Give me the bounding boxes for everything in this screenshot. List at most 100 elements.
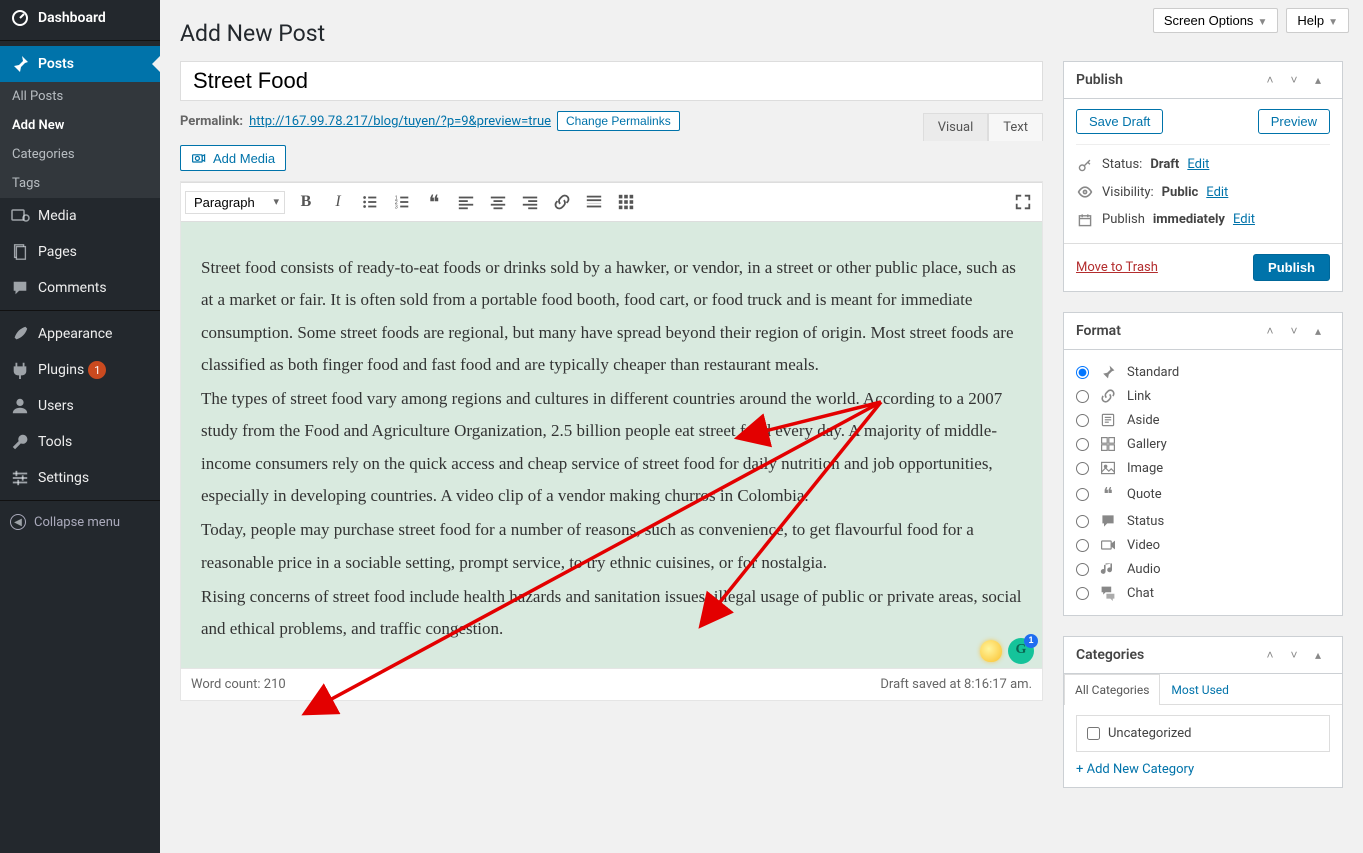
panel-down-icon[interactable]: ˅ bbox=[1282, 648, 1306, 662]
screen-options-button[interactable]: Screen Options▼ bbox=[1153, 8, 1279, 33]
bullet-list-button[interactable] bbox=[355, 187, 385, 217]
comments-icon bbox=[10, 278, 30, 298]
settings-icon bbox=[10, 468, 30, 488]
cat-tab-all[interactable]: All Categories bbox=[1064, 674, 1160, 705]
permalink-url[interactable]: http://167.99.78.217/blog/tuyen/?p=9&pre… bbox=[249, 114, 551, 129]
editor-status-bar: Word count: 210 Draft saved at 8:16:17 a… bbox=[180, 669, 1043, 701]
sidebar-item-appearance[interactable]: Appearance bbox=[0, 316, 160, 352]
move-to-trash-link[interactable]: Move to Trash bbox=[1076, 260, 1158, 275]
pages-icon bbox=[10, 242, 30, 262]
grammarly-icon[interactable]: G bbox=[1008, 638, 1034, 664]
format-metabox: Format ˄ ˅ ▴ StandardLinkAsideGalleryIma… bbox=[1063, 312, 1343, 616]
add-media-button[interactable]: Add Media bbox=[180, 145, 286, 171]
editor-paragraph: Rising concerns of street food include h… bbox=[201, 581, 1022, 646]
calendar-icon bbox=[1076, 213, 1094, 227]
format-option-link[interactable]: Link bbox=[1076, 384, 1330, 408]
sidebar-sub-categories[interactable]: Categories bbox=[0, 140, 160, 169]
pin-icon bbox=[10, 54, 30, 74]
post-title-input[interactable] bbox=[180, 61, 1043, 101]
panel-toggle-icon[interactable]: ▴ bbox=[1306, 73, 1330, 87]
sidebar-sub-tags[interactable]: Tags bbox=[0, 169, 160, 198]
edit-status-link[interactable]: Edit bbox=[1187, 157, 1209, 172]
key-icon bbox=[1076, 158, 1094, 172]
editor-tab-text[interactable]: Text bbox=[988, 113, 1043, 141]
panel-up-icon[interactable]: ˄ bbox=[1258, 324, 1282, 338]
draft-saved-text: Draft saved at 8:16:17 am. bbox=[880, 677, 1032, 692]
editor-content[interactable]: Street food consists of ready-to-eat foo… bbox=[181, 222, 1042, 668]
category-item[interactable]: Uncategorized bbox=[1087, 726, 1319, 741]
media-icon bbox=[10, 206, 30, 226]
editor-toolbar: Paragraph B I 123 ❝ bbox=[181, 182, 1042, 222]
help-button[interactable]: Help▼ bbox=[1286, 8, 1349, 33]
format-option-chat[interactable]: Chat bbox=[1076, 581, 1330, 605]
editor-tab-visual[interactable]: Visual bbox=[923, 113, 989, 141]
visibility-icon bbox=[1076, 184, 1094, 200]
hint-bulb-icon[interactable] bbox=[980, 640, 1002, 662]
edit-schedule-link[interactable]: Edit bbox=[1233, 212, 1255, 227]
publish-button[interactable]: Publish bbox=[1253, 254, 1330, 281]
align-center-button[interactable] bbox=[483, 187, 513, 217]
sidebar-item-tools[interactable]: Tools bbox=[0, 424, 160, 460]
link-icon bbox=[1099, 388, 1117, 404]
format-option-quote[interactable]: ❝Quote bbox=[1076, 480, 1330, 509]
sidebar-item-comments[interactable]: Comments bbox=[0, 270, 160, 306]
plugins-icon bbox=[10, 360, 30, 380]
toolbar-toggle-button[interactable] bbox=[611, 187, 641, 217]
format-option-status[interactable]: Status bbox=[1076, 509, 1330, 533]
format-option-audio[interactable]: Audio bbox=[1076, 557, 1330, 581]
sidebar-item-posts[interactable]: Posts bbox=[0, 46, 160, 82]
blockquote-button[interactable]: ❝ bbox=[419, 187, 449, 217]
link-button[interactable] bbox=[547, 187, 577, 217]
users-icon bbox=[10, 396, 30, 416]
cat-tab-most-used[interactable]: Most Used bbox=[1160, 674, 1240, 705]
panel-up-icon[interactable]: ˄ bbox=[1258, 648, 1282, 662]
sidebar-item-pages[interactable]: Pages bbox=[0, 234, 160, 270]
edit-visibility-link[interactable]: Edit bbox=[1206, 185, 1228, 200]
sidebar-item-plugins[interactable]: Plugins 1 bbox=[0, 352, 160, 388]
bold-button[interactable]: B bbox=[291, 187, 321, 217]
sidebar-sub-all-posts[interactable]: All Posts bbox=[0, 82, 160, 111]
format-option-standard[interactable]: Standard bbox=[1076, 360, 1330, 384]
panel-toggle-icon[interactable]: ▴ bbox=[1306, 324, 1330, 338]
save-draft-button[interactable]: Save Draft bbox=[1076, 109, 1163, 134]
audio-icon bbox=[1099, 561, 1117, 577]
editor-paragraph: Street food consists of ready-to-eat foo… bbox=[201, 252, 1022, 381]
sidebar-item-dashboard[interactable]: Dashboard bbox=[0, 0, 160, 36]
format-option-image[interactable]: Image bbox=[1076, 456, 1330, 480]
categories-metabox: Categories ˄ ˅ ▴ All Categories Most Use… bbox=[1063, 636, 1343, 788]
panel-down-icon[interactable]: ˅ bbox=[1282, 73, 1306, 87]
italic-button[interactable]: I bbox=[323, 187, 353, 217]
tools-icon bbox=[10, 432, 30, 452]
change-permalinks-button[interactable]: Change Permalinks bbox=[557, 111, 680, 131]
publish-metabox: Publish ˄ ˅ ▴ Save Draft Preview bbox=[1063, 61, 1343, 292]
appearance-icon bbox=[10, 324, 30, 344]
add-category-link[interactable]: + Add New Category bbox=[1076, 762, 1330, 777]
chat-icon bbox=[1099, 585, 1117, 601]
format-option-video[interactable]: Video bbox=[1076, 533, 1330, 557]
sidebar-item-media[interactable]: Media bbox=[0, 198, 160, 234]
format-option-aside[interactable]: Aside bbox=[1076, 408, 1330, 432]
sidebar-item-users[interactable]: Users bbox=[0, 388, 160, 424]
panel-up-icon[interactable]: ˄ bbox=[1258, 73, 1282, 87]
align-right-button[interactable] bbox=[515, 187, 545, 217]
paragraph-selector[interactable]: Paragraph bbox=[185, 191, 285, 214]
sidebar-sub-add-new[interactable]: Add New bbox=[0, 111, 160, 140]
dashboard-icon bbox=[10, 8, 30, 28]
sidebar-collapse[interactable]: ◀ Collapse menu bbox=[0, 506, 160, 538]
insert-more-button[interactable] bbox=[579, 187, 609, 217]
numbered-list-button[interactable]: 123 bbox=[387, 187, 417, 217]
plugins-update-badge: 1 bbox=[88, 361, 106, 379]
image-icon bbox=[1099, 460, 1117, 476]
panel-toggle-icon[interactable]: ▴ bbox=[1306, 648, 1330, 662]
sidebar-posts-submenu: All Posts Add New Categories Tags bbox=[0, 82, 160, 198]
gallery-icon bbox=[1099, 436, 1117, 452]
preview-button[interactable]: Preview bbox=[1258, 109, 1330, 134]
sidebar-item-settings[interactable]: Settings bbox=[0, 460, 160, 496]
fullscreen-button[interactable] bbox=[1008, 187, 1038, 217]
align-left-button[interactable] bbox=[451, 187, 481, 217]
svg-text:3: 3 bbox=[395, 204, 398, 210]
permalink-row: Permalink: http://167.99.78.217/blog/tuy… bbox=[180, 111, 1043, 131]
quote-icon: ❝ bbox=[1099, 484, 1117, 505]
format-option-gallery[interactable]: Gallery bbox=[1076, 432, 1330, 456]
panel-down-icon[interactable]: ˅ bbox=[1282, 324, 1306, 338]
